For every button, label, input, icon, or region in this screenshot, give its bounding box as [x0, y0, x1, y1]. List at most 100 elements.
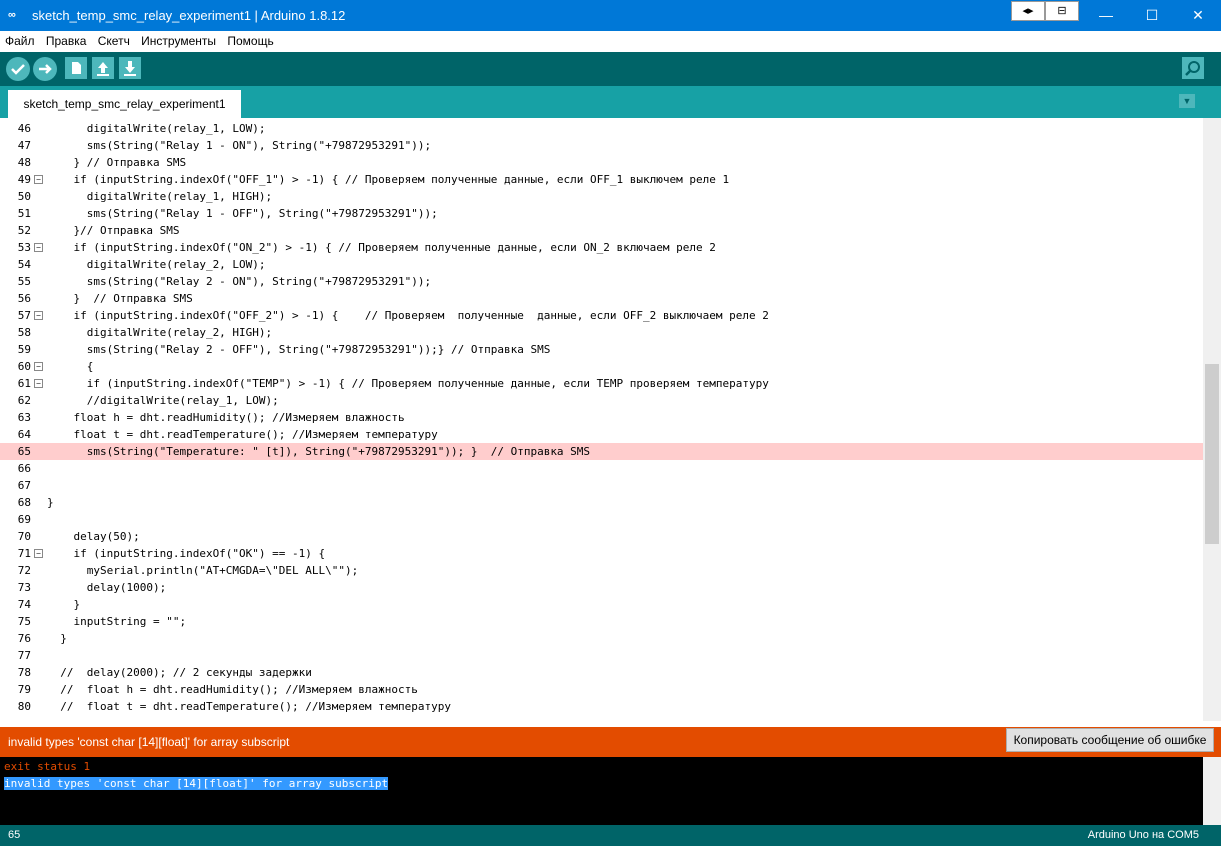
code-line[interactable]: 48 } // Отправка SMS [0, 154, 1203, 171]
code-line[interactable]: 80 // float t = dht.readTemperature(); /… [0, 698, 1203, 715]
code-line[interactable]: 69 [0, 511, 1203, 528]
line-number: 53 [17, 241, 31, 254]
code-line[interactable]: 53− if (inputString.indexOf("ON_2") > -1… [0, 239, 1203, 256]
code-line[interactable]: 73 delay(1000); [0, 579, 1203, 596]
code-line[interactable]: 66 [0, 460, 1203, 477]
code-line[interactable]: 49− if (inputString.indexOf("OFF_1") > -… [0, 171, 1203, 188]
code-line[interactable]: 61− if (inputString.indexOf("TEMP") > -1… [0, 375, 1203, 392]
line-number: 76 [17, 632, 31, 645]
line-number: 70 [17, 530, 31, 543]
code-text: delay(1000); [47, 581, 167, 594]
line-number: 52 [17, 224, 31, 237]
new-button[interactable] [65, 57, 87, 79]
console-scrollbar[interactable] [1203, 757, 1221, 825]
code-line[interactable]: 62 //digitalWrite(relay_1, LOW); [0, 392, 1203, 409]
line-number: 48 [17, 156, 31, 169]
verify-button[interactable] [6, 57, 30, 81]
code-text: sms(String("Temperature: " [t]), String(… [47, 445, 591, 458]
code-text: sms(String("Relay 2 - ON"), String("+798… [47, 275, 432, 288]
tab-menu-dropdown-icon[interactable]: ▼ [1179, 94, 1195, 108]
menu-sketch[interactable]: Скетч [93, 31, 133, 52]
line-number: 58 [17, 326, 31, 339]
fold-toggle-icon[interactable]: − [34, 243, 43, 252]
code-line[interactable]: 65 sms(String("Temperature: " [t]), Stri… [0, 443, 1203, 460]
code-editor[interactable]: 46 digitalWrite(relay_1, LOW); 47 sms(Str… [0, 118, 1221, 721]
line-number: 64 [17, 428, 31, 441]
code-line[interactable]: 58 digitalWrite(relay_2, HIGH); [0, 324, 1203, 341]
title-bar: ∞ sketch_temp_smc_relay_experiment1 | Ar… [0, 0, 1221, 31]
line-number: 75 [17, 615, 31, 628]
arduino-logo-icon: ∞ [8, 9, 16, 21]
line-number: 51 [17, 207, 31, 220]
line-number: 73 [17, 581, 31, 594]
code-line[interactable]: 77 [0, 647, 1203, 664]
console-output[interactable]: exit status 1 invalid types 'const char … [0, 757, 1203, 825]
code-line[interactable]: 56 } // Отправка SMS [0, 290, 1203, 307]
code-text: if (inputString.indexOf("OK") == -1) { [47, 547, 326, 560]
code-text: } [47, 496, 54, 509]
code-line[interactable]: 50 digitalWrite(relay_1, HIGH); [0, 188, 1203, 205]
code-line[interactable]: 74 } [0, 596, 1203, 613]
editor-scrollbar-thumb[interactable] [1205, 364, 1219, 544]
code-line[interactable]: 46 digitalWrite(relay_1, LOW); [0, 120, 1203, 137]
code-line[interactable]: 76 } [0, 630, 1203, 647]
fold-toggle-icon[interactable]: − [34, 311, 43, 320]
code-text: sms(String("Relay 2 - OFF"), String("+79… [47, 343, 551, 356]
snap-left-icon[interactable]: ◂▸ [1011, 1, 1045, 21]
fold-toggle-icon[interactable]: − [34, 175, 43, 184]
maximize-button[interactable]: ☐ [1129, 0, 1175, 31]
code-line[interactable]: 71− if (inputString.indexOf("OK") == -1)… [0, 545, 1203, 562]
menu-help[interactable]: Помощь [222, 31, 276, 52]
code-line[interactable]: 68} [0, 494, 1203, 511]
serial-monitor-button[interactable] [1182, 57, 1204, 79]
code-line[interactable]: 70 delay(50); [0, 528, 1203, 545]
code-text: mySerial.println("AT+CMGDA=\"DEL ALL\"")… [47, 564, 359, 577]
line-number: 69 [17, 513, 31, 526]
line-number: 56 [17, 292, 31, 305]
code-line[interactable]: 52 }// Отправка SMS [0, 222, 1203, 239]
copy-error-button[interactable]: Копировать сообщение об ошибке [1006, 728, 1214, 752]
minimize-button[interactable]: — [1083, 0, 1129, 31]
code-line[interactable]: 57− if (inputString.indexOf("OFF_2") > -… [0, 307, 1203, 324]
status-bar: 65 Arduino Uno на COM5 [0, 825, 1221, 846]
code-text: } [47, 598, 81, 611]
code-line[interactable]: 72 mySerial.println("AT+CMGDA=\"DEL ALL\… [0, 562, 1203, 579]
fold-toggle-icon[interactable]: − [34, 379, 43, 388]
code-line[interactable]: 67 [0, 477, 1203, 494]
code-line[interactable]: 63 float h = dht.readHumidity(); //Измер… [0, 409, 1203, 426]
code-text: digitalWrite(relay_1, HIGH); [47, 190, 273, 203]
code-line[interactable]: 54 digitalWrite(relay_2, LOW); [0, 256, 1203, 273]
code-line[interactable]: 55 sms(String("Relay 2 - ON"), String("+… [0, 273, 1203, 290]
save-button[interactable] [119, 57, 141, 79]
code-line[interactable]: 78 // delay(2000); // 2 секунды задержки [0, 664, 1203, 681]
code-text: float h = dht.readHumidity(); //Измеряем… [47, 411, 405, 424]
line-number: 54 [17, 258, 31, 271]
menu-bar: Файл Правка Скетч Инструменты Помощь [0, 31, 1221, 52]
snap-right-icon[interactable]: ⊟ [1045, 1, 1079, 21]
code-text: float t = dht.readTemperature(); //Измер… [47, 428, 438, 441]
code-line[interactable]: 60− { [0, 358, 1203, 375]
line-number: 61 [17, 377, 31, 390]
code-text: { [47, 360, 94, 373]
tab-sketch[interactable]: sketch_temp_smc_relay_experiment1 [8, 90, 241, 118]
menu-file[interactable]: Файл [0, 31, 38, 52]
error-message: invalid types 'const char [14][float]' f… [8, 735, 290, 749]
code-line[interactable]: 64 float t = dht.readTemperature(); //Из… [0, 426, 1203, 443]
menu-edit[interactable]: Правка [41, 31, 90, 52]
arrow-right-icon [39, 64, 52, 74]
code-line[interactable]: 75 inputString = ""; [0, 613, 1203, 630]
code-line[interactable]: 47 sms(String("Relay 1 - ON"), String("+… [0, 137, 1203, 154]
code-line[interactable]: 79 // float h = dht.readHumidity(); //Из… [0, 681, 1203, 698]
close-button[interactable]: ✕ [1175, 0, 1221, 31]
menu-tools[interactable]: Инструменты [136, 31, 219, 52]
editor-scrollbar[interactable] [1203, 118, 1221, 721]
upload-button[interactable] [33, 57, 57, 81]
fold-toggle-icon[interactable]: − [34, 362, 43, 371]
code-line[interactable]: 59 sms(String("Relay 2 - OFF"), String("… [0, 341, 1203, 358]
code-text: sms(String("Relay 1 - OFF"), String("+79… [47, 207, 438, 220]
code-line[interactable]: 51 sms(String("Relay 1 - OFF"), String("… [0, 205, 1203, 222]
code-text: } [47, 632, 67, 645]
code-text: // delay(2000); // 2 секунды задержки [47, 666, 312, 679]
fold-toggle-icon[interactable]: − [34, 549, 43, 558]
open-button[interactable] [92, 57, 114, 79]
